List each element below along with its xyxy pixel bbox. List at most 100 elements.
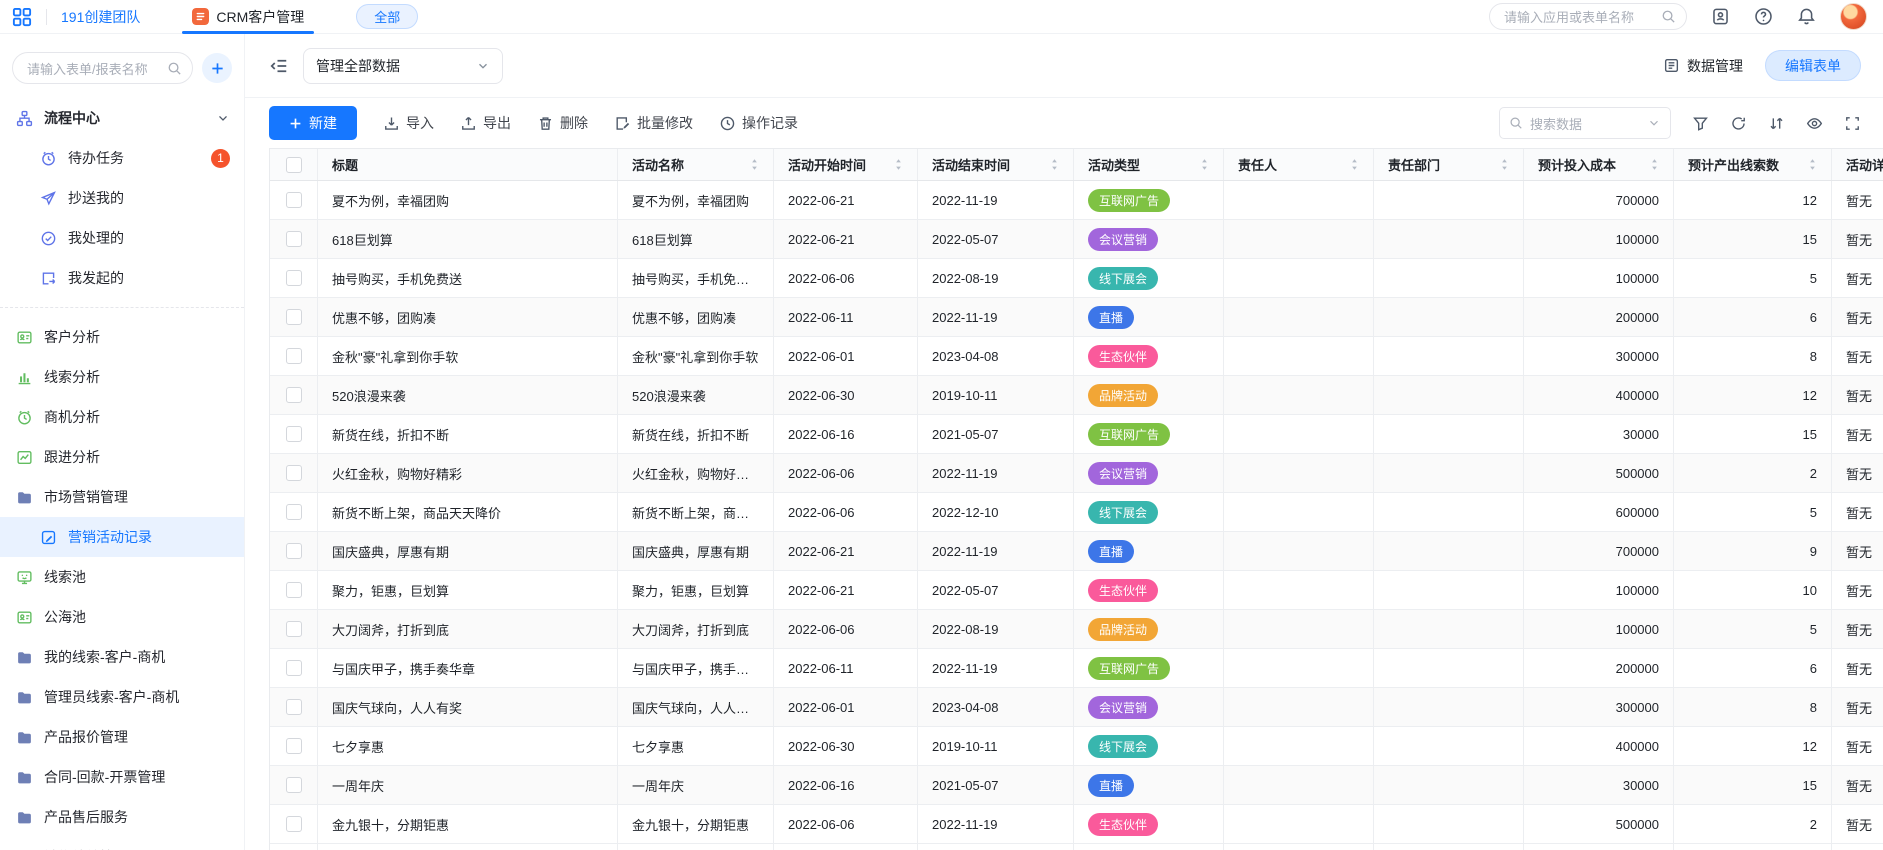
table-row[interactable]: 七夕享惠七夕享惠2022-06-302019-10-11线下展会40000012… [270, 727, 1883, 766]
row-checkbox[interactable] [286, 426, 302, 442]
row-checkbox[interactable] [286, 504, 302, 520]
row-checkbox[interactable] [286, 816, 302, 832]
sidebar-item-合同-回款-开票管理[interactable]: 合同-回款-开票管理 [0, 757, 244, 797]
import-button[interactable]: 导入 [383, 113, 434, 133]
refresh-icon[interactable] [1730, 115, 1747, 132]
row-checkbox[interactable] [286, 738, 302, 754]
column-header-detail[interactable]: 活动详情 [1832, 149, 1883, 180]
caret-sort-icon[interactable] [1200, 157, 1209, 172]
table-row[interactable]: 金秋"豪"礼拿到你手软金秋"豪"礼拿到你手软2022-06-012023-04-… [270, 337, 1883, 376]
caret-sort-icon[interactable] [1350, 157, 1359, 172]
table-row[interactable]: 618巨划算618巨划算2022-06-212022-05-07会议营销1000… [270, 220, 1883, 259]
row-checkbox[interactable] [286, 270, 302, 286]
data-search-input[interactable]: 搜索数据 [1499, 107, 1671, 139]
export-button[interactable]: 导出 [460, 113, 511, 133]
row-checkbox[interactable] [286, 543, 302, 559]
row-checkbox[interactable] [286, 699, 302, 715]
column-header-name[interactable]: 活动名称 [618, 149, 774, 180]
caret-sort-icon[interactable] [750, 157, 759, 172]
new-record-button[interactable]: 新建 [269, 106, 357, 140]
filter-icon[interactable] [1692, 115, 1709, 132]
select-all-checkbox[interactable] [286, 157, 302, 173]
tab-crm-app[interactable]: CRM客户管理 [186, 0, 310, 34]
toolbar-action-label: 批量修改 [637, 113, 693, 133]
sidebar-item-我的线索-客户-商机[interactable]: 我的线索-客户-商机 [0, 637, 244, 677]
table-row[interactable]: 新货在线，折扣不断新货在线，折扣不断2022-06-162021-05-07互联… [270, 415, 1883, 454]
apps-grid-icon[interactable] [12, 7, 32, 27]
row-checkbox[interactable] [286, 192, 302, 208]
scope-all-pill[interactable]: 全部 [356, 4, 418, 29]
global-search-input[interactable]: 请输入应用或表单名称 [1489, 3, 1687, 30]
history-button[interactable]: 操作记录 [719, 113, 798, 133]
column-header-dept[interactable]: 责任部门 [1374, 149, 1524, 180]
column-header-owner[interactable]: 责任人 [1224, 149, 1374, 180]
table-row[interactable]: 国庆气球向，人人有奖国庆气球向，人人有奖2022-06-012023-04-08… [270, 688, 1883, 727]
eye-icon[interactable] [1806, 115, 1823, 132]
sidebar-item-产品报价管理[interactable]: 产品报价管理 [0, 717, 244, 757]
row-checkbox[interactable] [286, 231, 302, 247]
sidebar-item-销售绩效管理[interactable]: 销售绩效管理 [0, 837, 244, 850]
row-checkbox[interactable] [286, 660, 302, 676]
batch-edit-button[interactable]: 批量修改 [614, 113, 693, 133]
sort-icon[interactable] [1768, 115, 1785, 132]
table-row[interactable]: 一周年庆一周年庆2022-06-162021-05-07直播3000015暂无 [270, 766, 1883, 805]
sidebar-item-营销活动记录[interactable]: 营销活动记录 [0, 517, 244, 557]
table-row[interactable]: 与国庆甲子，携手奏华章与国庆甲子，携手奏华章2022-06-112022-11-… [270, 649, 1883, 688]
table-row[interactable]: 夏不为例，幸福团购夏不为例，幸福团购2022-06-212022-11-19互联… [270, 181, 1883, 220]
table-row[interactable]: 520浪漫来袭520浪漫来袭2022-06-302019-10-11品牌活动40… [270, 376, 1883, 415]
sidebar-item-商机分析[interactable]: 商机分析 [0, 397, 244, 437]
column-header-leads[interactable]: 预计产出线索数 [1674, 149, 1832, 180]
team-name-link[interactable]: 191创建团队 [61, 7, 140, 27]
bell-icon[interactable] [1797, 7, 1816, 26]
row-checkbox[interactable] [286, 465, 302, 481]
sidebar-item-线索分析[interactable]: 线索分析 [0, 357, 244, 397]
row-checkbox[interactable] [286, 582, 302, 598]
table-row[interactable]: 国庆盛典，厚惠有期国庆盛典，厚惠有期2022-06-212022-11-19直播… [270, 532, 1883, 571]
sidebar-item-抄送我的[interactable]: 抄送我的 [0, 178, 244, 218]
user-avatar[interactable] [1840, 3, 1867, 30]
sidebar-item-管理员线索-客户-商机[interactable]: 管理员线索-客户-商机 [0, 677, 244, 717]
table-row[interactable]: 聚力，钜惠，巨划算聚力，钜惠，巨划算2022-06-212022-05-07生态… [270, 571, 1883, 610]
view-selector-dropdown[interactable]: 管理全部数据 [303, 48, 503, 84]
collapse-sidebar-icon[interactable] [269, 56, 289, 76]
caret-sort-icon[interactable] [894, 157, 903, 172]
table-row[interactable]: 优惠不够，团购凑优惠不够，团购凑2022-06-112022-11-19直播20… [270, 298, 1883, 337]
caret-sort-icon[interactable] [1808, 157, 1817, 172]
sidebar-item-线索池[interactable]: 线索池 [0, 557, 244, 597]
fullscreen-icon[interactable] [1844, 115, 1861, 132]
sidebar-item-公海池[interactable]: 公海池 [0, 597, 244, 637]
edit-form-button[interactable]: 编辑表单 [1765, 50, 1861, 81]
help-icon[interactable] [1754, 7, 1773, 26]
caret-sort-icon[interactable] [1650, 157, 1659, 172]
sidebar-item-我发起的[interactable]: 我发起的 [0, 258, 244, 298]
row-checkbox[interactable] [286, 777, 302, 793]
column-header-cost[interactable]: 预计投入成本 [1524, 149, 1674, 180]
table-row[interactable]: 金九银十，分期钜惠金九银十，分期钜惠2022-06-062022-11-19生态… [270, 805, 1883, 844]
column-header-start[interactable]: 活动开始时间 [774, 149, 918, 180]
data-manage-button[interactable]: 数据管理 [1663, 56, 1743, 76]
sidebar-item-市场营销管理[interactable]: 市场营销管理 [0, 477, 244, 517]
add-form-button[interactable] [202, 53, 232, 83]
sidebar-item-跟进分析[interactable]: 跟进分析 [0, 437, 244, 477]
row-checkbox[interactable] [286, 621, 302, 637]
trash-button[interactable]: 删除 [537, 113, 588, 133]
org-directory-icon[interactable] [1711, 7, 1730, 26]
column-header-end[interactable]: 活动结束时间 [918, 149, 1074, 180]
row-checkbox[interactable] [286, 309, 302, 325]
column-header-type[interactable]: 活动类型 [1074, 149, 1224, 180]
cell-title: 抽号购买，手机免费送 [318, 259, 618, 297]
table-row[interactable]: 火红金秋，购物好精彩火红金秋，购物好精彩2022-06-062022-11-19… [270, 454, 1883, 493]
form-search-input[interactable]: 请输入表单/报表名称 [12, 52, 193, 84]
sidebar-item-我处理的[interactable]: 我处理的 [0, 218, 244, 258]
sidebar-item-产品售后服务[interactable]: 产品售后服务 [0, 797, 244, 837]
row-checkbox[interactable] [286, 387, 302, 403]
row-checkbox[interactable] [286, 348, 302, 364]
caret-sort-icon[interactable] [1500, 157, 1509, 172]
table-row[interactable]: 大刀阔斧，打折到底大刀阔斧，打折到底2022-06-062022-08-19品牌… [270, 610, 1883, 649]
caret-sort-icon[interactable] [1050, 157, 1059, 172]
sidebar-item-客户分析[interactable]: 客户分析 [0, 317, 244, 357]
table-row[interactable]: 新货不断上架，商品天天降价新货不断上架，商品天天降价2022-06-062022… [270, 493, 1883, 532]
sidebar-item-待办任务[interactable]: 待办任务1 [0, 138, 244, 178]
table-row[interactable]: 抽号购买，手机免费送抽号购买，手机免费送2022-06-062022-08-19… [270, 259, 1883, 298]
sidebar-item-流程中心[interactable]: 流程中心 [0, 98, 244, 138]
